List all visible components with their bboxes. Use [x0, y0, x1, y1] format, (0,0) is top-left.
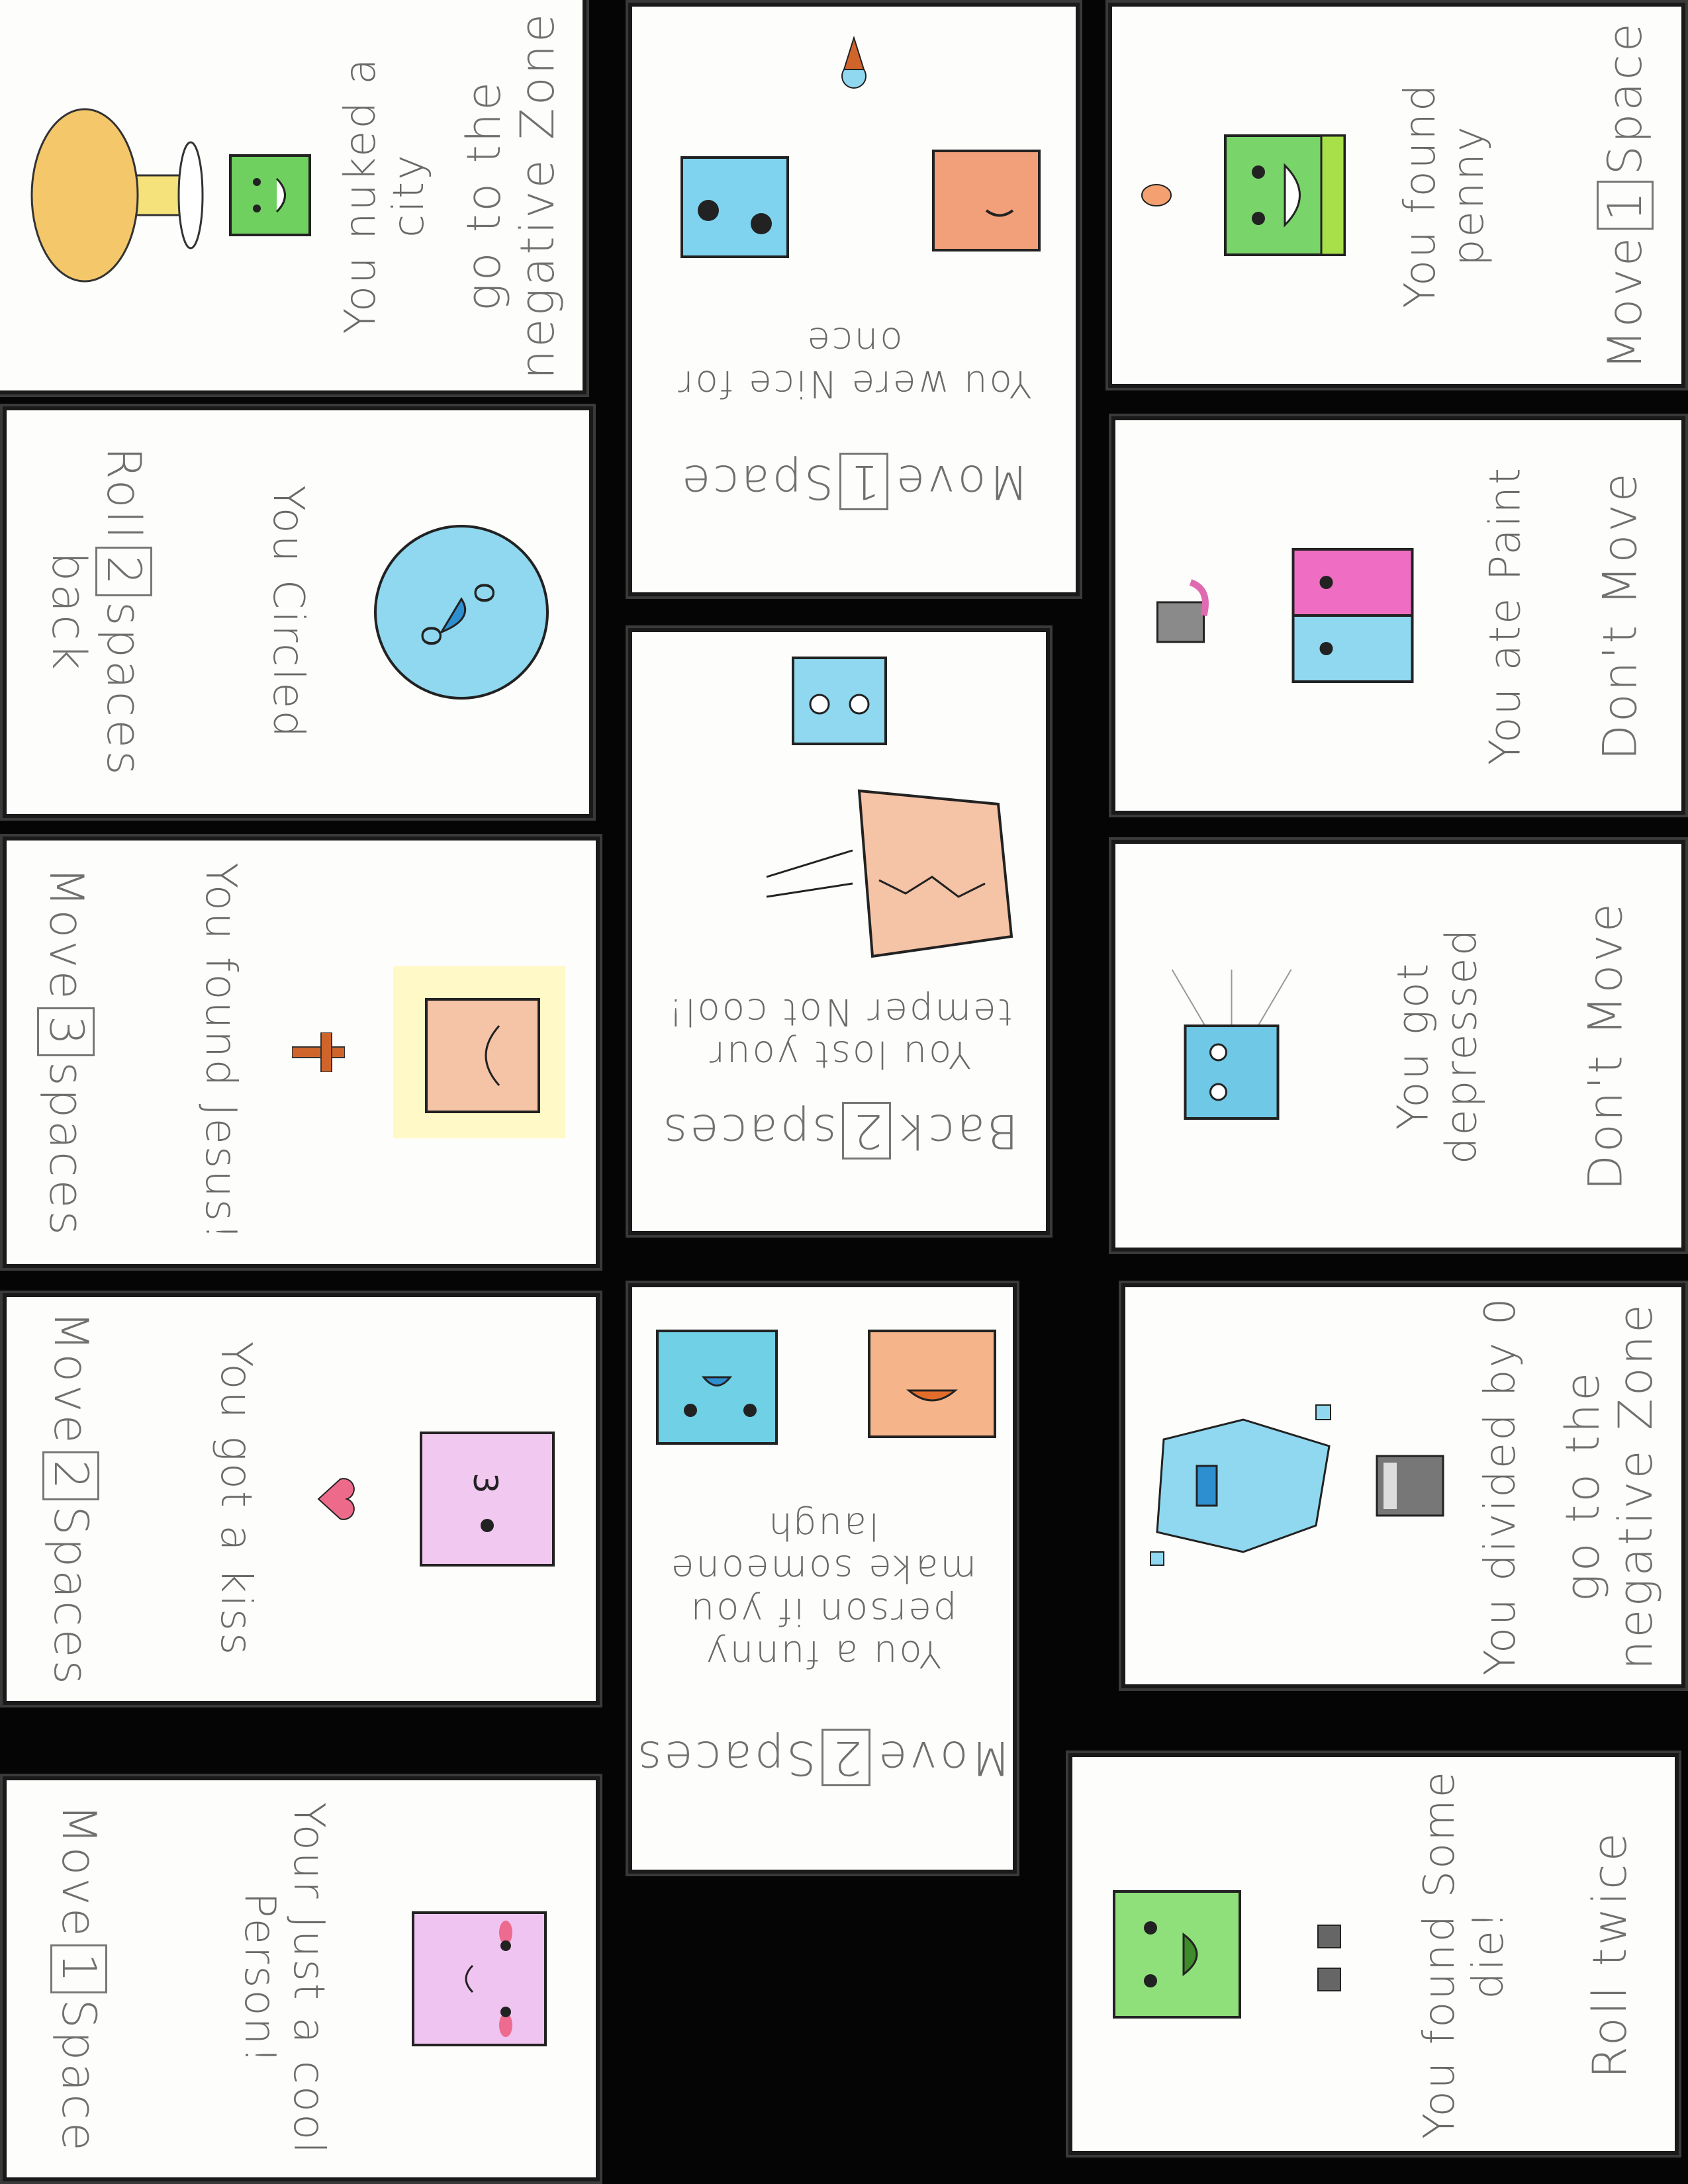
- card-action: go to the negative Zone: [457, 11, 565, 380]
- card-action: Move1Space: [679, 452, 1029, 563]
- penny-icon: [1141, 184, 1172, 206]
- card-dice[interactable]: You found Some die! Roll twice: [1066, 1751, 1681, 2158]
- pink-blush-face-icon: [412, 1911, 547, 2046]
- card-text: You got depressed: [1388, 927, 1487, 1165]
- peach-face-icon: [393, 966, 565, 1138]
- card-text: You found penny: [1395, 82, 1494, 308]
- green-face-icon: [1112, 1889, 1241, 2019]
- card-action: go to the negative Zone: [1555, 1301, 1664, 1670]
- blue-circle-face-icon: O O: [373, 525, 549, 700]
- dice-icon: [1317, 1924, 1342, 1991]
- card-action: Don't Move: [1592, 471, 1647, 760]
- sad-blue-face-icon: [1170, 969, 1291, 1120]
- pink-kiss-face-icon: 3: [420, 1432, 555, 1567]
- scared-blue-face-icon: [791, 656, 887, 745]
- blue-orange-faces-icon: [680, 149, 1041, 258]
- card-cool[interactable]: Your Just a cool Person! Move1Space: [0, 1774, 602, 2184]
- svg-text:O: O: [415, 625, 445, 646]
- card-funny[interactable]: Move2Spaces You a funny person if you ma…: [626, 1281, 1019, 1876]
- card-text: You were Nice for once: [676, 318, 1032, 405]
- card-depressed[interactable]: You got depressed Don't Move: [1109, 837, 1688, 1254]
- card-text: You got a kiss: [211, 1341, 260, 1657]
- paint-bucket-icon: [1156, 579, 1209, 643]
- calculator-icon: [1376, 1455, 1444, 1517]
- card-text: You found Some die!: [1415, 1769, 1513, 2139]
- shattered-blue-face-icon: [1150, 1404, 1332, 1566]
- heart-icon: [317, 1478, 355, 1520]
- cross-icon: [292, 1032, 346, 1072]
- card-text: You lost your temper Not cool!: [666, 989, 1013, 1075]
- card-action: Roll twice: [1582, 1829, 1637, 2079]
- green-smile-face-icon: [1223, 134, 1346, 256]
- mushroom-cloud-icon: [30, 108, 204, 283]
- card-action: Don't Move: [1577, 901, 1632, 1191]
- card-text: You Circled: [263, 485, 312, 739]
- card-paint[interactable]: You ate Paint Don't Move: [1109, 414, 1688, 817]
- card-action: Move3spaces: [37, 867, 148, 1238]
- card-nuked[interactable]: You nuked a city go to the negative Zone: [0, 0, 589, 397]
- card-temper[interactable]: Back2spaces You lost your temper Not coo…: [626, 625, 1053, 1238]
- card-action: Back2spaces: [660, 1101, 1018, 1212]
- card-action: Move2Spaces: [634, 1729, 1011, 1839]
- svg-text:3: 3: [466, 1473, 504, 1494]
- card-text: You ate Paint: [1481, 465, 1530, 766]
- card-penny[interactable]: You found penny Move1Space: [1105, 0, 1688, 390]
- card-text: You divided by 0: [1476, 1296, 1525, 1676]
- card-text: You nuked a city: [336, 56, 434, 334]
- laughing-faces-icon: [655, 1329, 996, 1445]
- svg-text:O: O: [468, 582, 498, 603]
- card-kiss[interactable]: 3 You got a kiss Move2Spaces: [0, 1291, 602, 1707]
- card-action: Move2Spaces: [42, 1311, 153, 1687]
- card-divided[interactable]: You divided by 0 go to the negative Zone: [1119, 1281, 1688, 1691]
- card-circled[interactable]: O O You Circled Roll2spaces back: [0, 404, 596, 821]
- card-text: You a funny person if you make someone l…: [669, 1504, 976, 1676]
- card-jesus[interactable]: You found Jesus! Move3spaces: [0, 834, 602, 1271]
- card-text: You found Jesus!: [196, 862, 246, 1242]
- card-action: Move1Space: [1543, 21, 1654, 370]
- card-action: Roll2spaces back: [41, 447, 153, 778]
- ice-cream-icon: [841, 36, 867, 89]
- card-action: Move1Space: [50, 1804, 161, 2154]
- green-face-icon: [229, 154, 312, 236]
- card-nice[interactable]: Move1Space You were Nice for once: [626, 0, 1082, 599]
- card-text: Your Just a cool Person!: [235, 1801, 334, 2156]
- angry-paper-icon: [766, 788, 1013, 958]
- pink-blue-face-icon: [1291, 548, 1413, 683]
